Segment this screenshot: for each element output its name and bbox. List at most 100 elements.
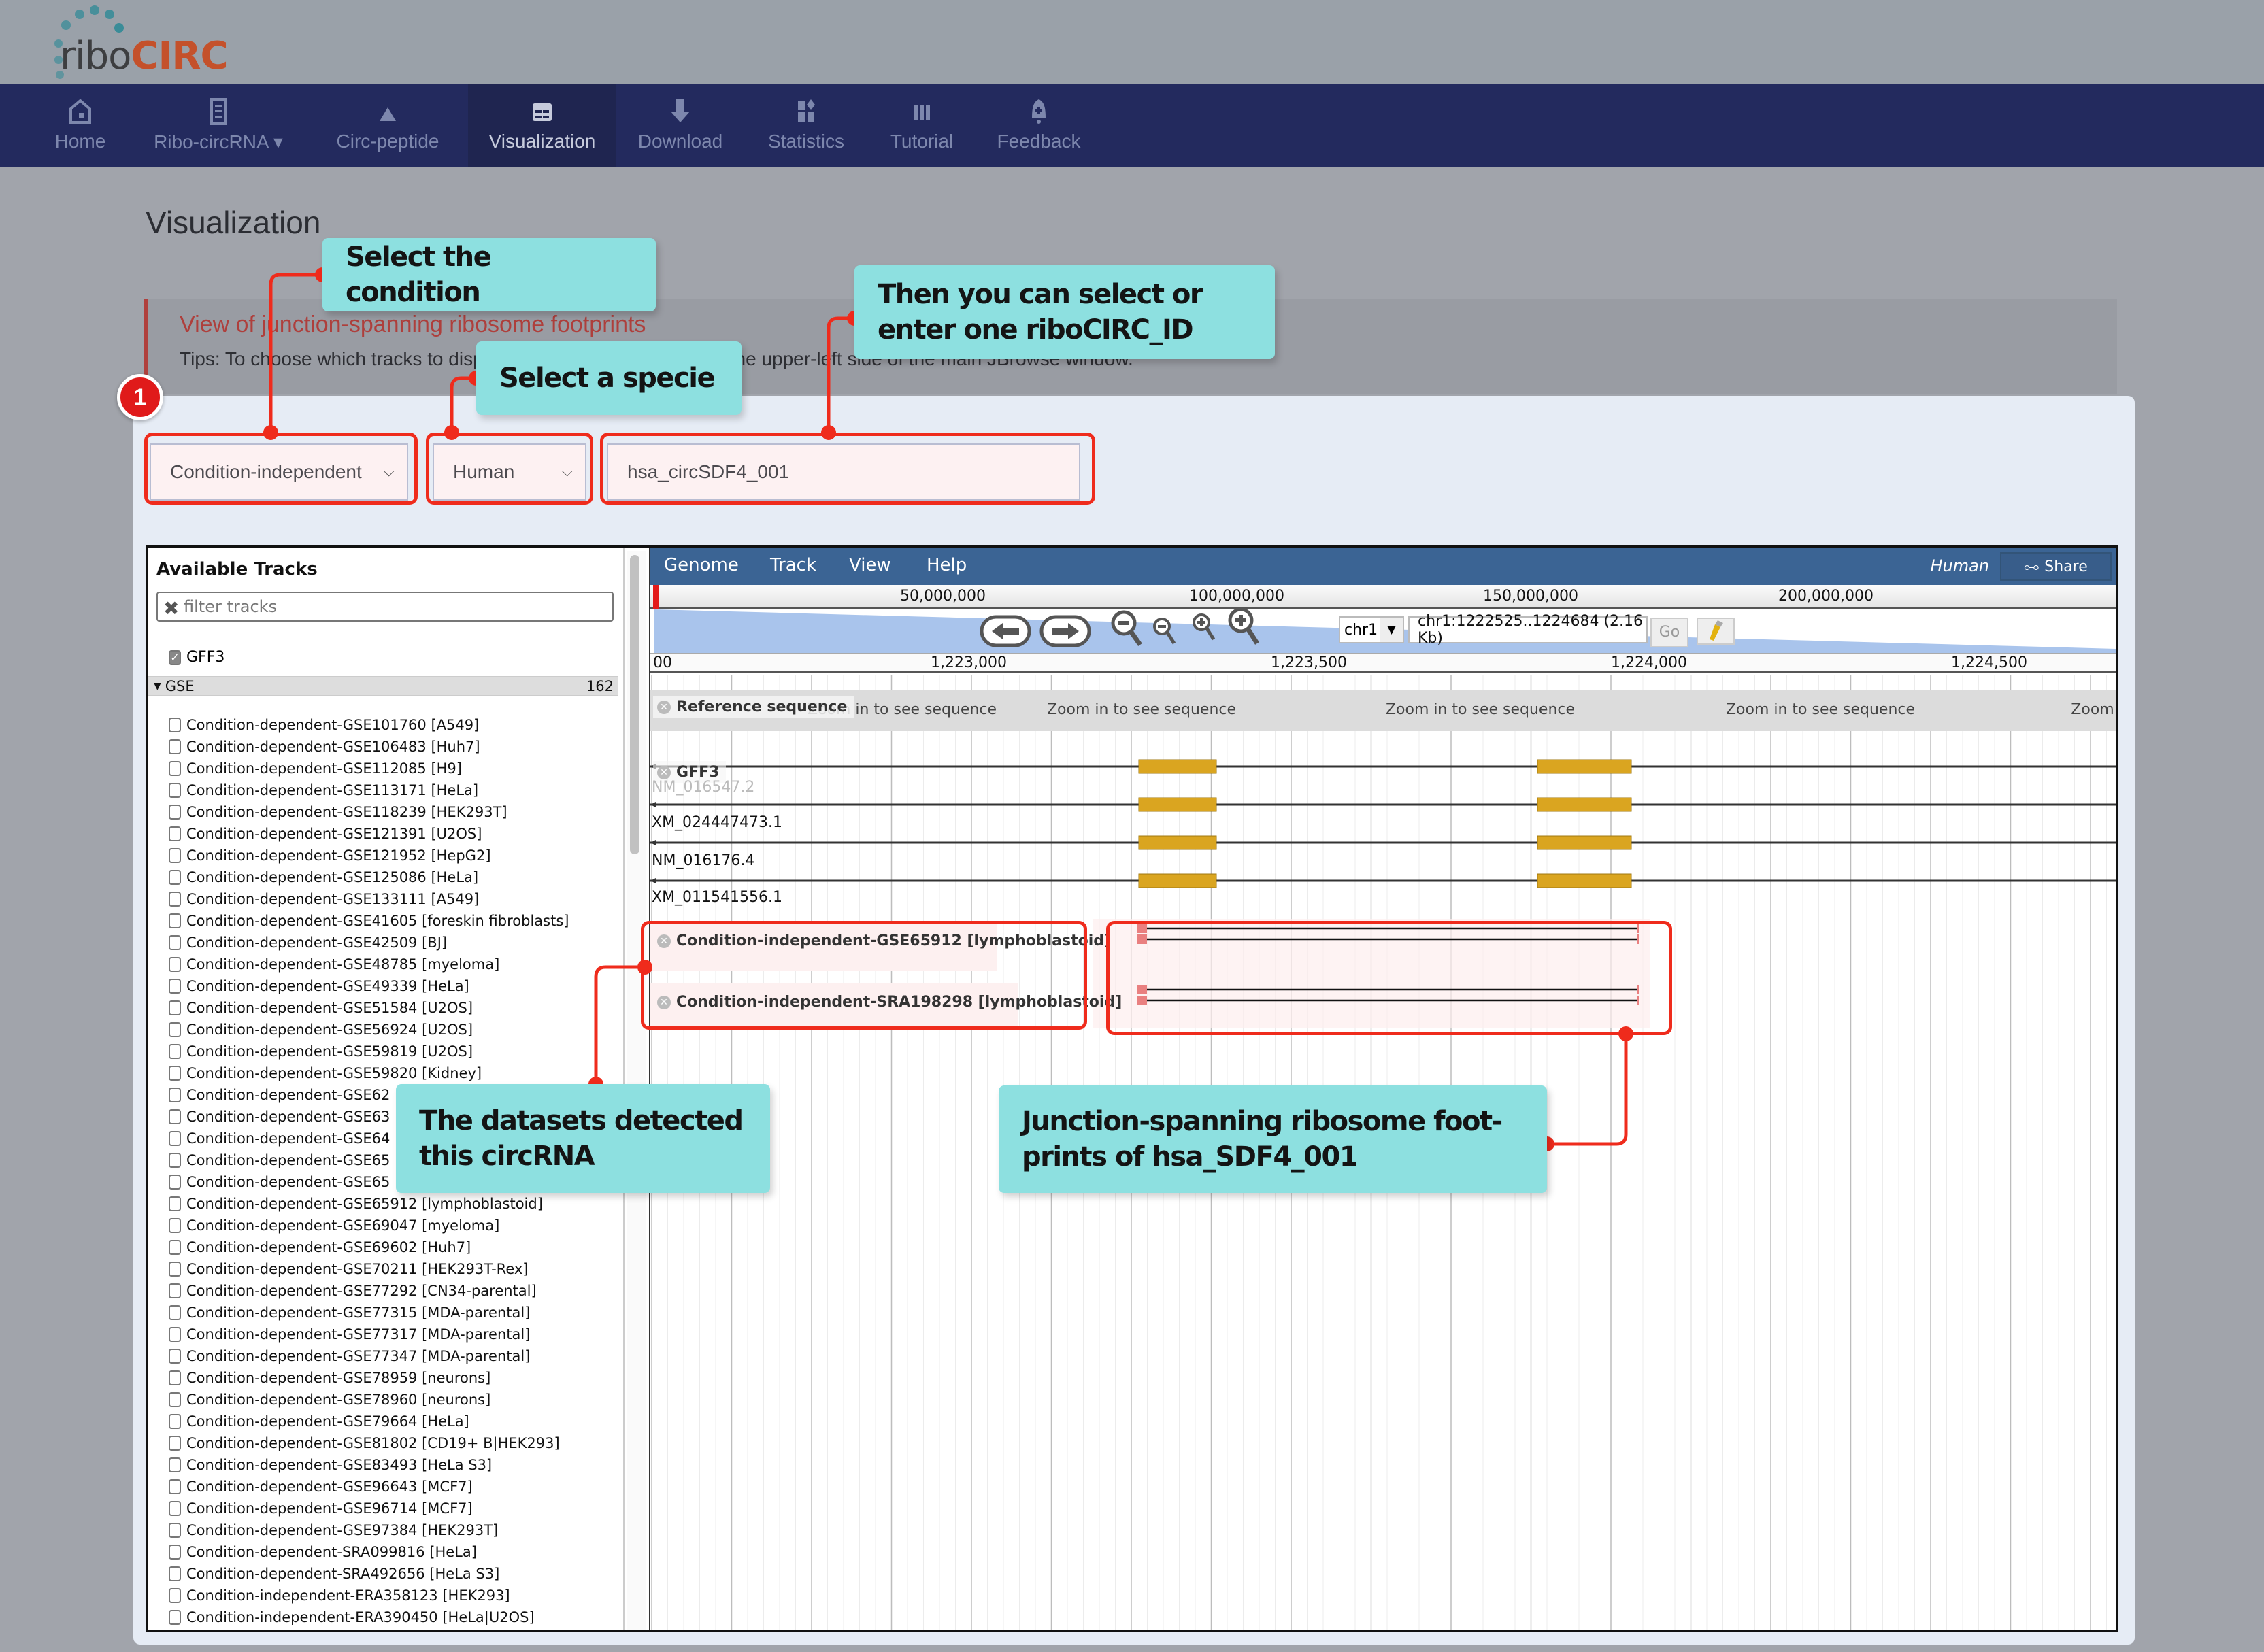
track-list-item[interactable]: Condition-dependent-GSE97384 [HEK293T] [169, 1519, 618, 1541]
track-checkbox[interactable] [169, 1305, 181, 1320]
track-list-item[interactable]: Condition-dependent-GSE101760 [A549] [169, 714, 618, 736]
track-checkbox[interactable] [169, 1262, 181, 1277]
checkbox-checked[interactable]: ✓ [169, 650, 181, 665]
track-checkbox[interactable] [169, 1523, 181, 1538]
track-list-item[interactable]: Condition-dependent-GSE41605 [foreskin f… [169, 910, 618, 932]
track-list-item[interactable]: Condition-dependent-GSE83493 [HeLa S3] [169, 1454, 618, 1476]
track-checkbox[interactable] [169, 1153, 181, 1168]
zoom-in-large-icon[interactable] [1226, 607, 1261, 646]
track-list-item[interactable]: Condition-dependent-GSE81802 [CD19+ B|HE… [169, 1432, 618, 1454]
track-list-item[interactable]: Condition-independent-ERA358123 [HEK293] [169, 1585, 618, 1606]
ribocirc-logo[interactable]: riboCIRC [34, 5, 252, 82]
track-checkbox[interactable] [169, 1022, 181, 1037]
clear-filter-icon[interactable]: ✖ [163, 597, 179, 620]
track-checkbox[interactable] [169, 892, 181, 907]
track-list-item[interactable]: Condition-dependent-GSE77317 [MDA-parent… [169, 1324, 618, 1345]
track-checkbox[interactable] [169, 826, 181, 841]
track-checkbox[interactable] [169, 1088, 181, 1102]
track-checkbox[interactable] [169, 1066, 181, 1081]
transcript-name[interactable]: XM_024447473.1 [652, 814, 782, 831]
track-list-item[interactable]: Condition-dependent-GSE48785 [myeloma] [169, 954, 618, 975]
share-button[interactable]: ⧟ Share [2000, 552, 2112, 581]
zoom-out-icon[interactable] [1151, 616, 1178, 646]
track-checkbox[interactable] [169, 1545, 181, 1560]
nav-feedback[interactable]: Feedback [986, 84, 1091, 167]
nav-ribo-circrna[interactable]: Ribo-circRNA ▾ [140, 84, 297, 167]
track-list-item[interactable]: Condition-dependent-GSE78960 [neurons] [169, 1389, 618, 1411]
track-list-item[interactable]: Condition-dependent-GSE77292 [CN34-paren… [169, 1280, 618, 1302]
detail-ruler[interactable]: 00 1,223,000 1,223,500 1,224,000 1,224,5… [650, 653, 2116, 673]
track-list-item[interactable]: Condition-dependent-GSE118239 [HEK293T] [169, 801, 618, 823]
track-checkbox[interactable] [169, 1392, 181, 1407]
track-list-item[interactable]: Condition-dependent-GSE70211 [HEK293T-Re… [169, 1258, 618, 1280]
track-checkbox[interactable] [169, 979, 181, 994]
transcript-name[interactable]: NM_016176.4 [652, 852, 754, 869]
track-list-item[interactable]: Condition-dependent-GSE121391 [U2OS] [169, 823, 618, 845]
track-list-item[interactable]: Condition-dependent-GSE59820 [Kidney] [169, 1062, 618, 1084]
track-list-item[interactable]: Condition-independent-ERA390450 [HeLa|U2… [169, 1606, 618, 1628]
zoom-out-large-icon[interactable] [1109, 609, 1144, 647]
track-checkbox[interactable] [169, 739, 181, 754]
track-list-item[interactable]: Condition-dependent-GSE121952 [HepG2] [169, 845, 618, 866]
track-checkbox[interactable] [169, 783, 181, 798]
track-list-item[interactable]: Condition-dependent-GSE79664 [HeLa] [169, 1411, 618, 1432]
pan-left-icon[interactable] [980, 615, 1031, 647]
track-list-item[interactable]: Condition-dependent-GSE78959 [neurons] [169, 1367, 618, 1389]
scrollbar-thumb[interactable] [630, 555, 639, 854]
track-checkbox[interactable] [169, 1610, 181, 1625]
track-checkbox[interactable] [169, 1218, 181, 1233]
menu-help[interactable]: Help [927, 555, 967, 575]
track-checkbox[interactable] [169, 1240, 181, 1255]
track-checkbox[interactable] [169, 805, 181, 820]
pan-right-icon[interactable] [1039, 615, 1091, 647]
track-checkbox[interactable] [169, 957, 181, 972]
track-list-item[interactable]: Condition-dependent-GSE96714 [MCF7] [169, 1498, 618, 1519]
track-checkbox[interactable] [169, 761, 181, 776]
track-checkbox[interactable] [169, 1457, 181, 1472]
nav-circ-peptide[interactable]: Circ-peptide [320, 84, 456, 167]
overview-ruler[interactable]: 50,000,000 100,000,000 150,000,000 200,0… [650, 585, 2116, 609]
track-list-item[interactable]: Condition-dependent-GSE65912 [lymphoblas… [169, 1193, 618, 1215]
overview-location-marker[interactable] [653, 585, 659, 609]
menu-track[interactable]: Track [770, 555, 816, 575]
nav-statistics[interactable]: Statistics [755, 84, 857, 167]
track-list-item[interactable]: Condition-dependent-GSE69602 [Huh7] [169, 1236, 618, 1258]
menu-genome[interactable]: Genome [664, 555, 739, 575]
track-checkbox[interactable] [169, 1370, 181, 1385]
track-checkbox[interactable] [169, 913, 181, 928]
track-list-item[interactable]: Condition-dependent-GSE133111 [A549] [169, 888, 618, 910]
nav-tutorial[interactable]: Tutorial [871, 84, 973, 167]
track-list-item[interactable]: Condition-dependent-GSE49339 [HeLa] [169, 975, 618, 997]
track-checkbox[interactable] [169, 718, 181, 732]
track-checkbox[interactable] [169, 1327, 181, 1342]
track-checkbox[interactable] [169, 1566, 181, 1581]
track-checkbox[interactable] [169, 1414, 181, 1429]
gff3-track-toggle[interactable]: ✓ GFF3 [169, 649, 224, 666]
track-checkbox[interactable] [169, 848, 181, 863]
track-checkbox[interactable] [169, 1349, 181, 1364]
zoom-in-icon[interactable] [1191, 612, 1218, 642]
track-checkbox[interactable] [169, 935, 181, 950]
nav-download[interactable]: Download [626, 84, 735, 167]
track-checkbox[interactable] [169, 1000, 181, 1015]
go-button[interactable]: Go [1650, 618, 1688, 647]
transcript-name[interactable]: NM_016547.2 [652, 779, 754, 796]
nav-home[interactable]: Home [48, 84, 113, 167]
track-checkbox[interactable] [169, 870, 181, 885]
track-list-item[interactable]: Condition-dependent-GSE51584 [U2OS] [169, 997, 618, 1019]
track-group-header[interactable]: ▼ GSE 162 [148, 676, 618, 696]
track-list-item[interactable]: Condition-dependent-GSE69047 [myeloma] [169, 1215, 618, 1236]
close-track-icon[interactable]: ✕ [657, 765, 671, 779]
track-checkbox[interactable] [169, 1588, 181, 1603]
track-checkbox[interactable] [169, 1131, 181, 1146]
track-checkbox[interactable] [169, 1175, 181, 1190]
filter-tracks-input[interactable]: ✖ filter tracks [156, 592, 614, 622]
track-list-item[interactable]: Condition-dependent-GSE77347 [MDA-parent… [169, 1345, 618, 1367]
track-list-item[interactable]: Condition-dependent-GSE96643 [MCF7] [169, 1476, 618, 1498]
track-list-item[interactable]: Condition-dependent-GSE106483 [Huh7] [169, 736, 618, 758]
track-checkbox[interactable] [169, 1501, 181, 1516]
track-checkbox[interactable] [169, 1196, 181, 1211]
location-input[interactable]: chr1:1222525..1224684 (2.16 Kb) [1408, 613, 1648, 647]
track-list-item[interactable]: Condition-dependent-GSE59819 [U2OS] [169, 1041, 618, 1062]
chromosome-select[interactable]: chr1 ▼ [1339, 616, 1404, 643]
